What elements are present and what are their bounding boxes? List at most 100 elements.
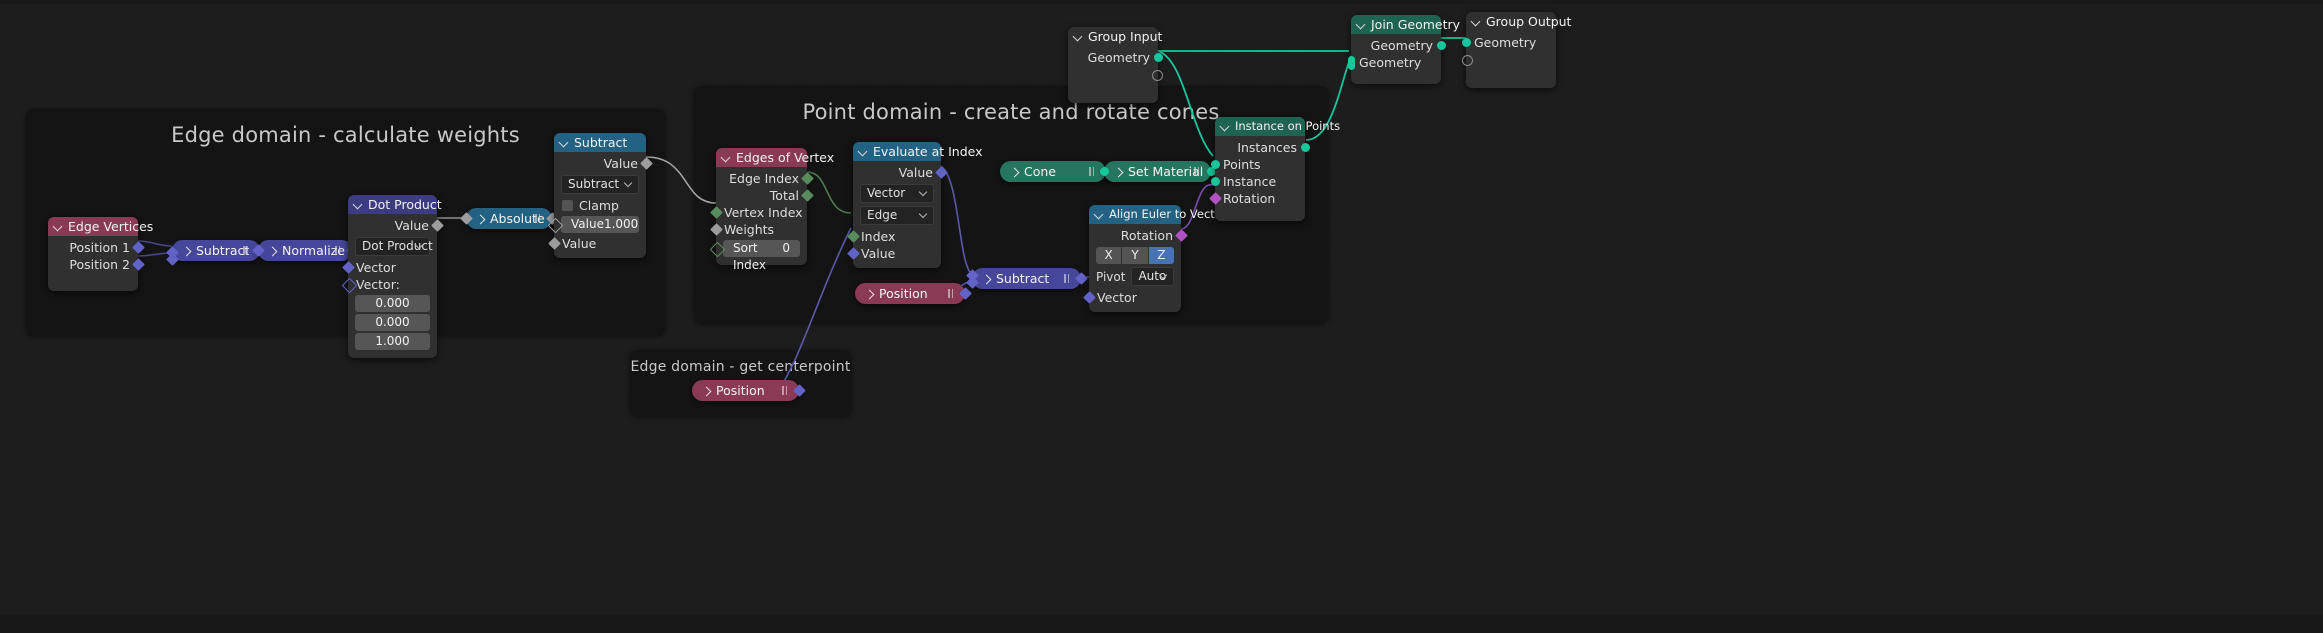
node-subtract-math[interactable]: Subtract Value Subtract Clamp Value 1.00… — [547, 133, 653, 258]
node-header[interactable]: Dot Product — [348, 195, 442, 214]
vector-x-field[interactable]: 0.000 — [355, 295, 430, 312]
socket-row-instance[interactable]: Instance — [1210, 173, 1305, 190]
node-grip-icon[interactable] — [948, 289, 954, 298]
axis-button-x[interactable]: X — [1096, 247, 1122, 264]
socket-geometry[interactable] — [1210, 160, 1220, 169]
chevron-down-icon[interactable] — [1472, 16, 1481, 25]
node-grip-icon[interactable] — [1089, 167, 1095, 176]
node-editor-canvas[interactable]: Edge domain - calculate weights Point do… — [0, 0, 2323, 633]
checkbox-icon[interactable] — [562, 200, 573, 211]
socket-row-vector-a[interactable]: Vector — [341, 259, 437, 276]
node-edges-of-vertex[interactable]: Edges of Vertex Edge Index Total Vertex … — [709, 148, 834, 272]
node-grip-icon[interactable] — [335, 246, 341, 255]
pivot-dropdown[interactable]: Auto — [1131, 267, 1174, 286]
chevron-down-icon[interactable] — [1357, 19, 1366, 28]
node-align-euler-to-vector[interactable]: Align Euler to Vector Rotation X Y Z Piv… — [1082, 205, 1227, 312]
clamp-checkbox-row[interactable]: Clamp — [554, 197, 646, 214]
node-grip-icon[interactable] — [535, 214, 541, 223]
node-header[interactable]: Edges of Vertex — [716, 148, 834, 167]
node-position-middle[interactable]: Position — [855, 283, 972, 304]
socket-row-value-in[interactable]: Value — [846, 245, 941, 262]
chevron-down-icon[interactable] — [722, 152, 731, 161]
chevron-down-icon[interactable] — [1221, 121, 1230, 130]
socket-geometry[interactable] — [1461, 38, 1471, 47]
axis-button-y[interactable]: Y — [1122, 247, 1148, 264]
node-header[interactable]: Evaluate at Index — [853, 142, 983, 161]
vector-y-field[interactable]: 0.000 — [355, 314, 430, 331]
socket-row-value-in[interactable]: Value — [547, 235, 646, 252]
node-normalize[interactable]: Normalize — [251, 240, 359, 261]
socket-row-index[interactable]: Index — [846, 228, 941, 245]
socket-row-vector-in[interactable]: Vector — [1082, 289, 1181, 306]
socket-row-value-out[interactable]: Value — [348, 217, 444, 234]
sort-index-field[interactable]: Sort Index 0 — [709, 240, 800, 272]
operation-dropdown[interactable]: Dot Product — [355, 237, 433, 256]
node-join-geometry[interactable]: Join Geometry Geometry Geometry — [1347, 15, 1460, 84]
socket-row-position-1[interactable]: Position 1 — [48, 239, 145, 256]
socket-row-geometry[interactable]: Geometry — [1068, 49, 1163, 66]
node-instance-on-points[interactable]: Instance on Points Instances Points Inst… — [1208, 117, 1340, 221]
node-dot-product[interactable]: Dot Product Value Dot Product Vector Vec… — [341, 195, 444, 358]
chevron-right-icon[interactable] — [982, 274, 991, 283]
axis-button-z[interactable]: Z — [1148, 247, 1174, 264]
socket-row-position-2[interactable]: Position 2 — [48, 256, 145, 273]
chevron-down-icon[interactable] — [859, 146, 868, 155]
socket-geometry[interactable] — [1153, 53, 1163, 62]
node-absolute[interactable]: Absolute — [459, 208, 559, 229]
node-header[interactable]: Edge Vertices — [48, 217, 153, 236]
chevron-down-icon[interactable] — [1095, 209, 1104, 218]
pivot-row[interactable]: Pivot Auto — [1096, 267, 1174, 286]
node-cone[interactable]: Cone — [1000, 161, 1111, 182]
chevron-right-icon[interactable] — [1114, 167, 1123, 176]
socket-row-edge-index[interactable]: Edge Index — [716, 170, 814, 187]
chevron-right-icon[interactable] — [865, 289, 874, 298]
socket-row-weights[interactable]: Weights — [709, 221, 807, 238]
node-grip-icon[interactable] — [1194, 167, 1200, 176]
socket-row-vector-b[interactable]: Vector: — [341, 276, 437, 294]
socket-row-geometry-out[interactable]: Geometry — [1351, 37, 1446, 54]
socket-geometry[interactable] — [1300, 143, 1310, 152]
chevron-right-icon[interactable] — [268, 246, 277, 255]
domain-dropdown[interactable]: Edge — [860, 206, 934, 225]
node-header[interactable]: Join Geometry — [1351, 15, 1460, 34]
socket-row-instances[interactable]: Instances — [1215, 139, 1310, 156]
socket-row-virtual[interactable] — [1461, 51, 1556, 68]
node-grip-icon[interactable] — [243, 246, 249, 255]
node-subtract-vector-2[interactable]: Subtract — [965, 268, 1088, 289]
socket-row-virtual[interactable] — [1068, 66, 1163, 83]
data-type-dropdown[interactable]: Vector — [860, 184, 934, 203]
socket-row-geometry-in[interactable]: Geometry — [1347, 54, 1441, 71]
node-group-input[interactable]: Group Input Geometry — [1068, 27, 1163, 103]
node-header[interactable]: Subtract — [554, 133, 646, 152]
chevron-down-icon[interactable] — [560, 137, 569, 146]
node-grip-icon[interactable] — [1064, 274, 1070, 283]
chevron-down-icon[interactable] — [1074, 31, 1083, 40]
socket-row-geometry[interactable]: Geometry — [1461, 34, 1556, 51]
node-header[interactable]: Align Euler to Vector — [1089, 205, 1227, 224]
node-evaluate-at-index[interactable]: Evaluate at Index Value Vector Edge Inde… — [846, 142, 983, 268]
chevron-right-icon[interactable] — [702, 386, 711, 395]
chevron-right-icon[interactable] — [476, 214, 485, 223]
socket-row-vertex-index[interactable]: Vertex Index — [709, 204, 807, 221]
socket-virtual[interactable] — [1461, 55, 1473, 66]
socket-row-rotation[interactable]: Rotation — [1208, 190, 1305, 207]
node-group-output[interactable]: Group Output Geometry — [1461, 12, 1571, 88]
socket-geometry[interactable] — [1436, 41, 1446, 50]
socket-virtual[interactable] — [1151, 70, 1163, 81]
socket-geometry-multi[interactable] — [1347, 55, 1355, 70]
node-edge-vertices[interactable]: Edge Vertices Position 1 Position 2 — [48, 217, 153, 291]
operation-dropdown[interactable]: Subtract — [561, 175, 639, 194]
node-subtract-vector-1[interactable]: Subtract — [165, 240, 267, 266]
node-header[interactable]: Group Input — [1068, 27, 1162, 46]
chevron-down-icon[interactable] — [54, 221, 63, 230]
socket-row-value-out[interactable]: Value — [554, 155, 653, 172]
node-position-bottom[interactable]: Position — [692, 380, 806, 401]
value-field-a[interactable]: Value 1.000 — [547, 216, 639, 234]
socket-row-points[interactable]: Points — [1210, 156, 1305, 173]
socket-geometry[interactable] — [1210, 177, 1220, 186]
axis-selector[interactable]: X Y Z — [1096, 247, 1174, 264]
chevron-down-icon[interactable] — [354, 199, 363, 208]
node-header[interactable]: Group Output — [1466, 12, 1571, 31]
node-grip-icon[interactable] — [782, 386, 788, 395]
socket-geometry-input[interactable] — [1099, 167, 1109, 176]
